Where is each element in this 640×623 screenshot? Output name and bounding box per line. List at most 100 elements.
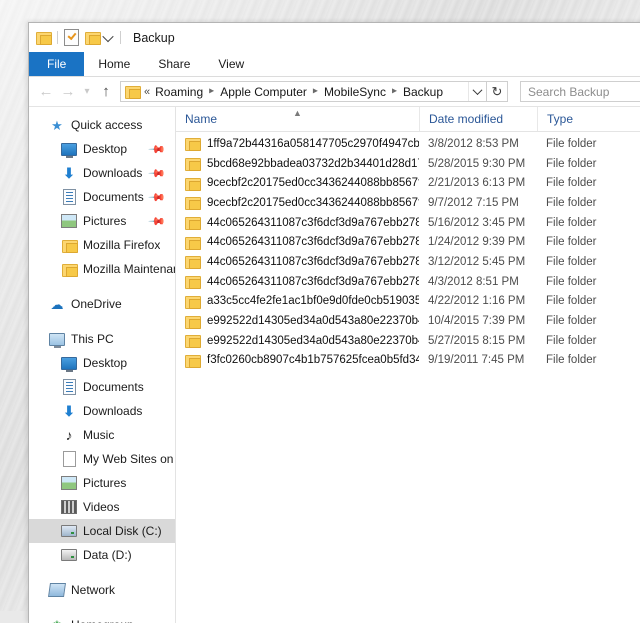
sidebar-item-documents[interactable]: Documents 📌 xyxy=(29,185,175,209)
breadcrumb-item-mobilesync[interactable]: MobileSync xyxy=(322,85,388,99)
sidebar-item-videos[interactable]: Videos xyxy=(29,495,175,519)
recent-locations-chevron-icon[interactable]: ▾ xyxy=(79,81,95,103)
forward-arrow-icon[interactable]: → xyxy=(57,81,79,103)
sidebar-item-label: Downloads xyxy=(83,404,142,418)
sidebar-item-label: Homegroup xyxy=(71,618,134,623)
folder-icon xyxy=(185,315,200,328)
cell-date-modified: 4/22/2012 1:16 PM xyxy=(419,292,537,312)
sidebar-item-label: My Web Sites on M xyxy=(83,452,175,466)
sidebar-item-label: Pictures xyxy=(83,476,126,490)
system-drive-icon xyxy=(61,523,77,539)
sidebar-item-pictures[interactable]: Pictures 📌 xyxy=(29,209,175,233)
quick-access-toolbar xyxy=(36,29,127,46)
pin-icon[interactable]: 📌 xyxy=(148,188,167,207)
sidebar-item-local-disk-c[interactable]: Local Disk (C:) xyxy=(29,519,175,543)
table-row[interactable]: 1ff9a72b44316a058147705c2970f4947cba...3… xyxy=(176,134,640,154)
column-header-date-modified[interactable]: Date modified xyxy=(419,107,537,131)
tab-home[interactable]: Home xyxy=(84,52,144,76)
table-row[interactable]: a33c5cc4fe2fe1ac1bf0e9d0fde0cb519035...4… xyxy=(176,292,640,312)
breadcrumb-item-roaming[interactable]: Roaming xyxy=(153,85,205,99)
breadcrumb-separator-icon[interactable]: ▸ xyxy=(205,86,218,97)
folder-icon xyxy=(185,236,200,249)
pin-icon[interactable]: 📌 xyxy=(148,164,167,183)
sidebar-item-desktop[interactable]: Desktop 📌 xyxy=(29,137,175,161)
cell-date-modified: 5/28/2015 9:30 PM xyxy=(419,154,537,174)
sidebar-item-downloads[interactable]: ⬇ Downloads 📌 xyxy=(29,161,175,185)
breadcrumb-item-apple-computer[interactable]: Apple Computer xyxy=(218,85,309,99)
column-header-type[interactable]: Type xyxy=(537,107,637,131)
breadcrumb-separator-icon-3[interactable]: ▸ xyxy=(388,86,401,97)
documents-icon xyxy=(61,379,77,395)
cell-type: File folder xyxy=(537,292,637,312)
address-bar[interactable]: « Roaming ▸ Apple Computer ▸ MobileSync … xyxy=(120,81,487,102)
folder-name-label: f3fc0260cb8907c4b1b757625fcea0b5fd34f... xyxy=(207,354,419,366)
sidebar-item-label: Documents xyxy=(83,380,144,394)
table-row[interactable]: 44c065264311087c3f6dcf3d9a767ebb2788...1… xyxy=(176,232,640,252)
folder-icon xyxy=(185,137,200,150)
folder-icon xyxy=(185,157,200,170)
folder-icon[interactable] xyxy=(36,31,51,44)
table-row[interactable]: 9cecbf2c20175ed0cc3436244088bb8567ff...9… xyxy=(176,193,640,213)
up-arrow-icon[interactable]: ↑ xyxy=(95,81,117,103)
sidebar-item-this-pc-documents[interactable]: Documents xyxy=(29,375,175,399)
sidebar-item-homegroup[interactable]: ❄ Homegroup xyxy=(29,613,175,623)
sidebar-item-mozilla-firefox[interactable]: Mozilla Firefox xyxy=(29,233,175,257)
sidebar-item-this-pc-pictures[interactable]: Pictures xyxy=(29,471,175,495)
sidebar-item-onedrive[interactable]: ☁ OneDrive xyxy=(29,292,175,316)
refresh-icon[interactable]: ↻ xyxy=(487,81,508,102)
table-row[interactable]: 5bcd68e92bbadea03732d2b34401d28d17...5/2… xyxy=(176,154,640,174)
sidebar-spacer-2 xyxy=(29,316,175,327)
cell-type: File folder xyxy=(537,351,637,371)
folder-icon xyxy=(185,177,200,190)
breadcrumb-overflow[interactable]: « xyxy=(140,86,153,98)
search-input[interactable]: Search Backup xyxy=(520,81,640,102)
column-header-name[interactable]: Name ▲ xyxy=(176,107,419,131)
table-row[interactable]: e992522d14305ed34a0d543a80e22370b4f...10… xyxy=(176,311,640,331)
cell-date-modified: 2/21/2013 6:13 PM xyxy=(419,173,537,193)
sidebar-item-this-pc-downloads[interactable]: ⬇ Downloads xyxy=(29,399,175,423)
pin-icon[interactable]: 📌 xyxy=(148,212,167,231)
folder-name-label: 44c065264311087c3f6dcf3d9a767ebb2788... xyxy=(207,276,419,288)
cell-type: File folder xyxy=(537,252,637,272)
cell-type: File folder xyxy=(537,134,637,154)
table-row[interactable]: e992522d14305ed34a0d543a80e22370b4f...5/… xyxy=(176,331,640,351)
sidebar-item-label: This PC xyxy=(71,332,114,346)
sidebar-item-label: OneDrive xyxy=(71,297,122,311)
folder-name-label: 44c065264311087c3f6dcf3d9a767ebb2788... xyxy=(207,236,419,248)
customize-chevron-icon[interactable] xyxy=(101,31,114,44)
table-row[interactable]: 44c065264311087c3f6dcf3d9a767ebb2788...5… xyxy=(176,213,640,233)
breadcrumb-item-backup[interactable]: Backup xyxy=(401,85,445,99)
sidebar-item-quick-access[interactable]: ★ Quick access xyxy=(29,113,175,137)
address-dropdown-icon[interactable] xyxy=(468,82,486,101)
desktop-icon xyxy=(61,355,77,371)
cell-name: 5bcd68e92bbadea03732d2b34401d28d17... xyxy=(176,154,419,174)
sidebar-item-mozilla-maintenance[interactable]: Mozilla Maintenanc xyxy=(29,257,175,281)
sidebar-item-network[interactable]: Network xyxy=(29,578,175,602)
pin-icon[interactable]: 📌 xyxy=(148,140,167,159)
table-row[interactable]: f3fc0260cb8907c4b1b757625fcea0b5fd34f...… xyxy=(176,351,640,371)
sidebar-item-this-pc-desktop[interactable]: Desktop xyxy=(29,351,175,375)
this-pc-icon xyxy=(49,331,65,347)
properties-icon[interactable] xyxy=(64,29,79,46)
sidebar-item-data-d[interactable]: Data (D:) xyxy=(29,543,175,567)
cell-date-modified: 4/3/2012 8:51 PM xyxy=(419,272,537,292)
cell-date-modified: 1/24/2012 9:39 PM xyxy=(419,232,537,252)
table-row[interactable]: 44c065264311087c3f6dcf3d9a767ebb2788...3… xyxy=(176,252,640,272)
sidebar-item-music[interactable]: ♪ Music xyxy=(29,423,175,447)
table-row[interactable]: 9cecbf2c20175ed0cc3436244088bb8567ff...2… xyxy=(176,173,640,193)
table-row[interactable]: 44c065264311087c3f6dcf3d9a767ebb2788...4… xyxy=(176,272,640,292)
new-folder-icon[interactable] xyxy=(85,31,100,44)
documents-icon xyxy=(61,189,77,205)
sidebar-item-this-pc[interactable]: This PC xyxy=(29,327,175,351)
cell-type: File folder xyxy=(537,232,637,252)
breadcrumb-separator-icon-2[interactable]: ▸ xyxy=(309,86,322,97)
search-placeholder: Search Backup xyxy=(528,85,609,99)
folder-name-label: 9cecbf2c20175ed0cc3436244088bb8567ff... xyxy=(207,197,419,209)
cell-name: 9cecbf2c20175ed0cc3436244088bb8567ff... xyxy=(176,193,419,213)
tab-share[interactable]: Share xyxy=(144,52,204,76)
tab-view[interactable]: View xyxy=(204,52,258,76)
tab-file[interactable]: File xyxy=(29,52,84,76)
back-arrow-icon[interactable]: ← xyxy=(35,81,57,103)
sidebar-spacer-4 xyxy=(29,602,175,613)
sidebar-item-my-web-sites[interactable]: My Web Sites on M xyxy=(29,447,175,471)
